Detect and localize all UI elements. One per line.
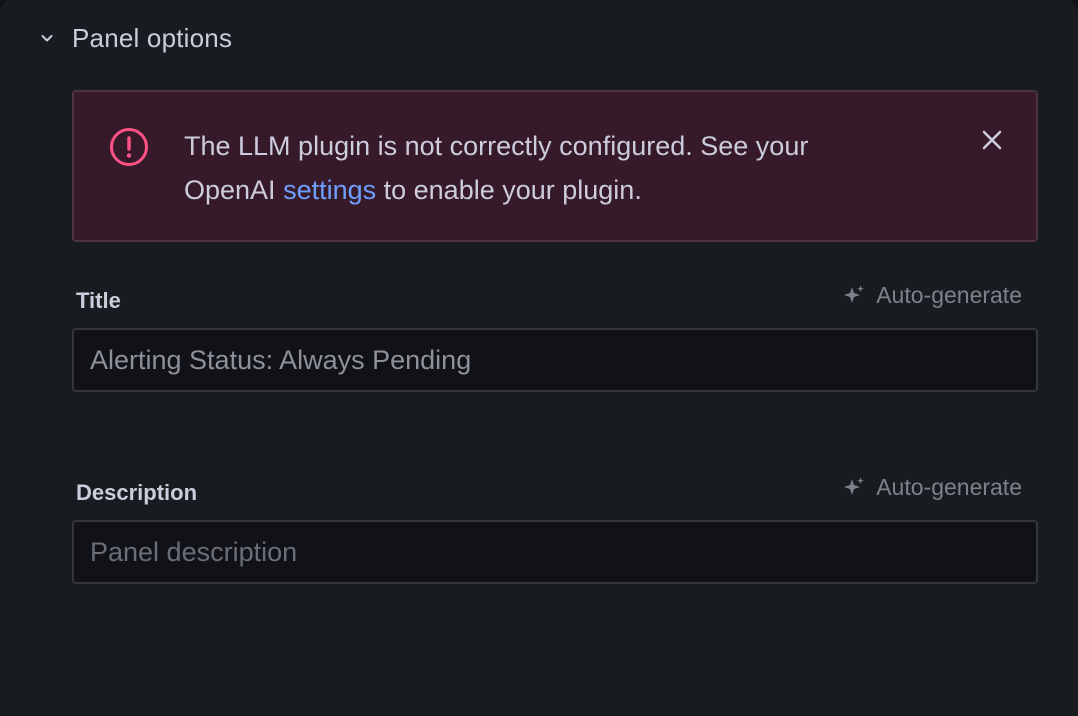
llm-config-alert: The LLM plugin is not correctly configur… <box>72 90 1038 242</box>
title-label: Title <box>76 288 121 313</box>
description-input[interactable] <box>72 520 1038 584</box>
description-autogenerate-button[interactable]: Auto-generate <box>842 474 1022 501</box>
sparkle-icon <box>844 477 865 495</box>
section-title: Panel options <box>72 22 233 53</box>
exclamation-circle-icon <box>108 126 150 168</box>
title-autogenerate-label: Auto-generate <box>876 282 1022 308</box>
settings-link[interactable]: settings <box>283 175 376 205</box>
alert-message-end: to enable your plugin. <box>376 175 642 205</box>
alert-message: The LLM plugin is not correctly configur… <box>184 124 904 212</box>
title-autogenerate-button[interactable]: Auto-generate <box>842 282 1022 309</box>
chevron-down-icon[interactable] <box>36 27 58 49</box>
title-input[interactable] <box>72 328 1038 392</box>
panel-options-header[interactable]: Panel options <box>36 20 232 56</box>
close-icon[interactable] <box>976 124 1008 156</box>
panel-options-pane: Panel options The LLM plugin is not corr… <box>0 0 1078 716</box>
description-autogenerate-label: Auto-generate <box>876 474 1022 500</box>
sparkle-icon <box>844 285 865 303</box>
description-label: Description <box>76 480 198 505</box>
